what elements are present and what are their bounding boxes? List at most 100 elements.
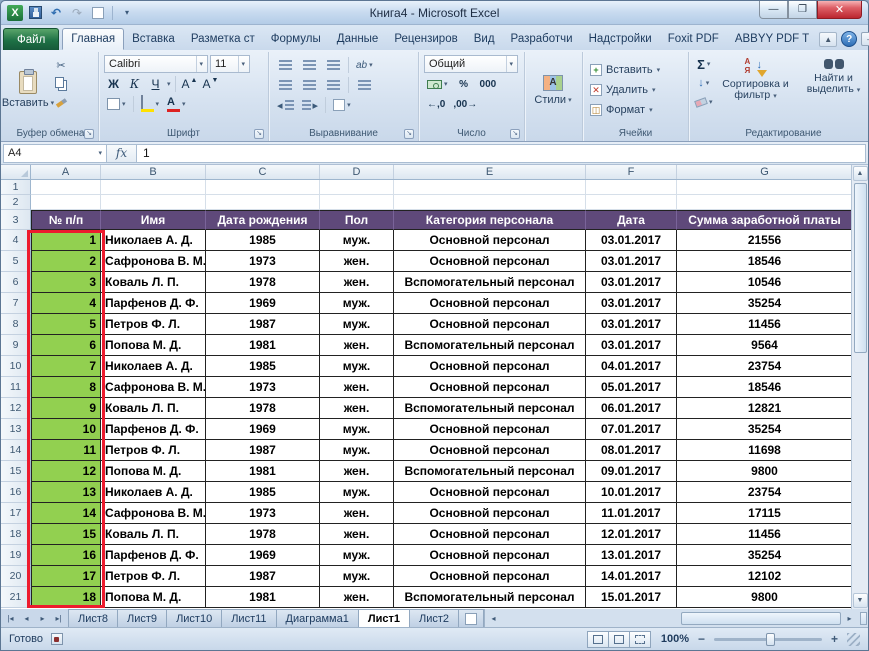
cell[interactable]: 15.01.2017: [586, 587, 677, 608]
last-sheet-icon[interactable]: ▸|: [51, 611, 66, 626]
cell[interactable]: 9564: [677, 335, 851, 356]
autosum-button[interactable]: Σ▾: [692, 55, 716, 73]
cell[interactable]: Коваль Л. П.: [101, 272, 206, 293]
align-right-button[interactable]: [322, 76, 344, 94]
increase-indent-button[interactable]: ▸: [299, 96, 322, 114]
help-icon[interactable]: ?: [841, 31, 857, 47]
cell[interactable]: 1981: [206, 587, 320, 608]
ribbon-tab[interactable]: ABBYY PDF T: [727, 28, 817, 50]
ribbon-tab[interactable]: Вид: [466, 28, 503, 50]
percent-button[interactable]: %: [453, 75, 475, 93]
cut-button[interactable]: ✂: [50, 56, 72, 74]
file-tab[interactable]: Файл: [3, 28, 59, 50]
cell[interactable]: 08.01.2017: [586, 440, 677, 461]
paste-button[interactable]: Вставить▾: [6, 54, 50, 126]
cell[interactable]: жен.: [320, 335, 394, 356]
wrap-text-button[interactable]: [353, 76, 375, 94]
row-header[interactable]: 12: [1, 398, 31, 419]
normal-view-button[interactable]: [587, 631, 609, 648]
align-center-button[interactable]: [298, 76, 320, 94]
cell[interactable]: 12.01.2017: [586, 524, 677, 545]
cell[interactable]: Основной персонал: [394, 482, 586, 503]
cell[interactable]: Вспомогательный персонал: [394, 461, 586, 482]
excel-logo-icon[interactable]: X: [7, 5, 23, 21]
cell[interactable]: муж.: [320, 356, 394, 377]
close-button[interactable]: ✕: [817, 1, 862, 19]
cell[interactable]: Попова М. Д.: [101, 461, 206, 482]
cell[interactable]: 03.01.2017: [586, 293, 677, 314]
cell[interactable]: Вспомогательный персонал: [394, 335, 586, 356]
clipboard-dialog-launcher[interactable]: ↘: [84, 129, 94, 139]
column-header[interactable]: A: [31, 165, 101, 179]
cell[interactable]: 5: [31, 314, 101, 335]
cell[interactable]: жен.: [320, 461, 394, 482]
cell[interactable]: 04.01.2017: [586, 356, 677, 377]
cell[interactable]: 09.01.2017: [586, 461, 677, 482]
cell[interactable]: 1981: [206, 461, 320, 482]
vertical-scroll-thumb[interactable]: [854, 183, 867, 353]
cell[interactable]: 1985: [206, 230, 320, 251]
cell[interactable]: Парфенов Д. Ф.: [101, 419, 206, 440]
cell[interactable]: 11456: [677, 314, 851, 335]
cell[interactable]: Сафронова В. М.: [101, 377, 206, 398]
cell[interactable]: Сафронова В. М.: [101, 251, 206, 272]
cell[interactable]: 1987: [206, 566, 320, 587]
cell[interactable]: 23754: [677, 356, 851, 377]
vertical-scroll-track[interactable]: [853, 182, 868, 592]
cell[interactable]: 18: [31, 587, 101, 608]
ribbon-tab[interactable]: Главная: [62, 28, 124, 50]
cell[interactable]: 9800: [677, 461, 851, 482]
cell[interactable]: 11456: [677, 524, 851, 545]
font-size-select[interactable]: 11▾: [210, 55, 250, 73]
empty-cell[interactable]: [677, 180, 851, 195]
cell[interactable]: 14: [31, 503, 101, 524]
column-header[interactable]: B: [101, 165, 206, 179]
cell[interactable]: муж.: [320, 545, 394, 566]
cell[interactable]: 07.01.2017: [586, 419, 677, 440]
cell[interactable]: 18546: [677, 377, 851, 398]
table-header-cell[interactable]: Сумма заработной платы: [677, 210, 851, 230]
cell[interactable]: 17: [31, 566, 101, 587]
cell[interactable]: 1978: [206, 272, 320, 293]
row-header[interactable]: 9: [1, 335, 31, 356]
cell[interactable]: 3: [31, 272, 101, 293]
cell[interactable]: 1981: [206, 335, 320, 356]
ribbon-tab[interactable]: Разработчи: [503, 28, 581, 50]
format-painter-button[interactable]: [50, 94, 72, 112]
name-box-dropdown-icon[interactable]: ▾: [98, 149, 102, 157]
row-header[interactable]: 17: [1, 503, 31, 524]
cell[interactable]: 6: [31, 335, 101, 356]
sheet-tab[interactable]: Лист1: [358, 609, 410, 627]
cell[interactable]: жен.: [320, 398, 394, 419]
number-format-select[interactable]: Общий▾: [424, 55, 518, 73]
formula-input[interactable]: 1: [137, 144, 866, 163]
cell[interactable]: Основной персонал: [394, 524, 586, 545]
cell[interactable]: Вспомогательный персонал: [394, 587, 586, 608]
orientation-button[interactable]: ab▾: [353, 56, 376, 74]
cell[interactable]: 8: [31, 377, 101, 398]
cell[interactable]: 1973: [206, 251, 320, 272]
font-color-button[interactable]: А▾: [164, 95, 189, 113]
column-header[interactable]: D: [320, 165, 394, 179]
cell[interactable]: 10.01.2017: [586, 482, 677, 503]
fill-button[interactable]: ↓▾: [692, 74, 716, 92]
cell[interactable]: муж.: [320, 230, 394, 251]
bold-button[interactable]: Ж: [104, 75, 123, 93]
empty-cell[interactable]: [320, 195, 394, 210]
cell[interactable]: 9: [31, 398, 101, 419]
row-header[interactable]: 16: [1, 482, 31, 503]
sheet-tab[interactable]: Диаграмма1: [276, 609, 359, 627]
cell[interactable]: 11.01.2017: [586, 503, 677, 524]
cell[interactable]: жен.: [320, 524, 394, 545]
cell[interactable]: 35254: [677, 293, 851, 314]
cell[interactable]: 18546: [677, 251, 851, 272]
shrink-font-button[interactable]: А▼: [201, 75, 220, 93]
cell[interactable]: 14.01.2017: [586, 566, 677, 587]
increase-decimal-button[interactable]: ←,0: [424, 95, 448, 113]
cell[interactable]: Петров Ф. Л.: [101, 314, 206, 335]
row-header[interactable]: 21: [1, 587, 31, 608]
cell[interactable]: 1978: [206, 524, 320, 545]
number-dialog-launcher[interactable]: ↘: [510, 129, 520, 139]
zoom-slider-thumb[interactable]: [766, 633, 775, 646]
table-header-cell[interactable]: Дата: [586, 210, 677, 230]
